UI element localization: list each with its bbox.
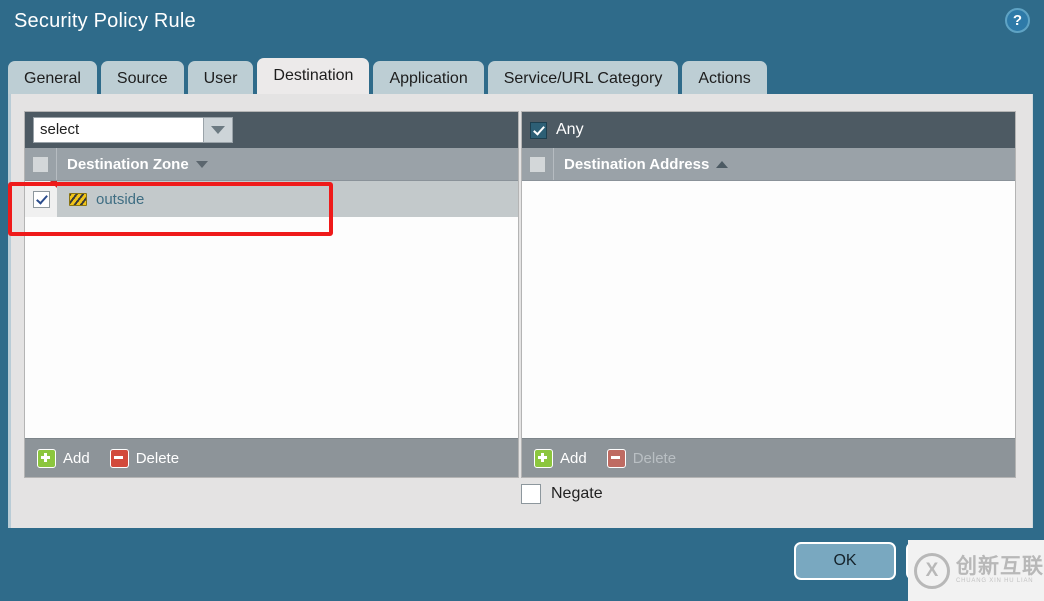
- chevron-down-icon[interactable]: [203, 118, 232, 142]
- plus-square-icon: [534, 449, 553, 468]
- chevron-down-glyph: [211, 126, 225, 134]
- plus-square-icon: [37, 449, 56, 468]
- zone-select[interactable]: select: [33, 117, 233, 143]
- address-column-header: Destination Address: [522, 148, 1015, 181]
- address-select-all-cell[interactable]: [522, 148, 554, 180]
- tab-user[interactable]: User: [188, 61, 254, 96]
- zone-panel-footer: Add Delete: [25, 438, 518, 477]
- address-select-all-checkbox[interactable]: [529, 156, 546, 173]
- zone-add-label: Add: [63, 450, 90, 467]
- help-circle-icon[interactable]: ?: [1005, 8, 1030, 33]
- address-add-button[interactable]: Add: [534, 449, 587, 468]
- address-add-label: Add: [560, 450, 587, 467]
- zone-column-title: Destination Zone: [67, 156, 189, 173]
- zone-delete-label: Delete: [136, 450, 179, 467]
- negate-toggle[interactable]: Negate: [521, 484, 603, 504]
- address-column-title: Destination Address: [564, 156, 709, 173]
- address-any-label: Any: [556, 121, 584, 139]
- zone-column-title-cell[interactable]: Destination Zone: [57, 156, 208, 173]
- zone-barrier-icon: [69, 193, 87, 206]
- zone-delete-button[interactable]: Delete: [110, 449, 179, 468]
- address-any-bar: Any: [522, 112, 1015, 148]
- address-delete-label: Delete: [633, 450, 676, 467]
- address-panel-footer: Add Delete: [522, 438, 1015, 477]
- address-any-toggle[interactable]: Any: [530, 121, 584, 139]
- tab-service-url-category[interactable]: Service/URL Category: [488, 61, 679, 96]
- sort-descending-icon[interactable]: [196, 161, 208, 168]
- tab-general[interactable]: General: [8, 61, 97, 96]
- zone-list[interactable]: outside: [25, 181, 518, 438]
- address-delete-button: Delete: [607, 449, 676, 468]
- minus-square-icon: [110, 449, 129, 468]
- zone-select-all-cell[interactable]: [25, 148, 57, 180]
- minus-square-icon: [607, 449, 626, 468]
- tab-bar: General Source User Destination Applicat…: [8, 52, 767, 96]
- destination-zone-panel: select Destination Zone: [24, 111, 519, 478]
- zone-select-bar: select: [25, 112, 518, 148]
- address-list[interactable]: [522, 181, 1015, 438]
- zone-select-all-checkbox[interactable]: [32, 156, 49, 173]
- zone-column-header: Destination Zone: [25, 148, 518, 181]
- tab-destination[interactable]: Destination: [257, 58, 369, 96]
- address-any-checkbox[interactable]: [530, 122, 547, 139]
- negate-checkbox[interactable]: [521, 484, 541, 504]
- zone-select-input[interactable]: select: [34, 118, 203, 142]
- table-row[interactable]: outside: [25, 181, 518, 217]
- tab-actions[interactable]: Actions: [682, 61, 766, 96]
- address-column-title-cell[interactable]: Destination Address: [554, 156, 728, 173]
- cancel-button[interactable]: Cancel: [906, 542, 1018, 580]
- zone-add-button[interactable]: Add: [37, 449, 90, 468]
- zone-row-checkbox-cell[interactable]: [25, 181, 57, 217]
- tab-content-destination: select Destination Zone: [8, 94, 1033, 528]
- zone-row-checkbox[interactable]: [33, 191, 50, 208]
- zone-row-label[interactable]: outside: [87, 191, 144, 208]
- destination-address-panel: Any Destination Address Add Delete: [521, 111, 1016, 478]
- ok-button[interactable]: OK: [794, 542, 896, 580]
- row-flag-icon: [50, 181, 57, 188]
- negate-label: Negate: [551, 485, 603, 503]
- tab-source[interactable]: Source: [101, 61, 184, 96]
- tab-application[interactable]: Application: [373, 61, 483, 96]
- sort-ascending-icon[interactable]: [716, 161, 728, 168]
- page-title: Security Policy Rule: [14, 10, 196, 33]
